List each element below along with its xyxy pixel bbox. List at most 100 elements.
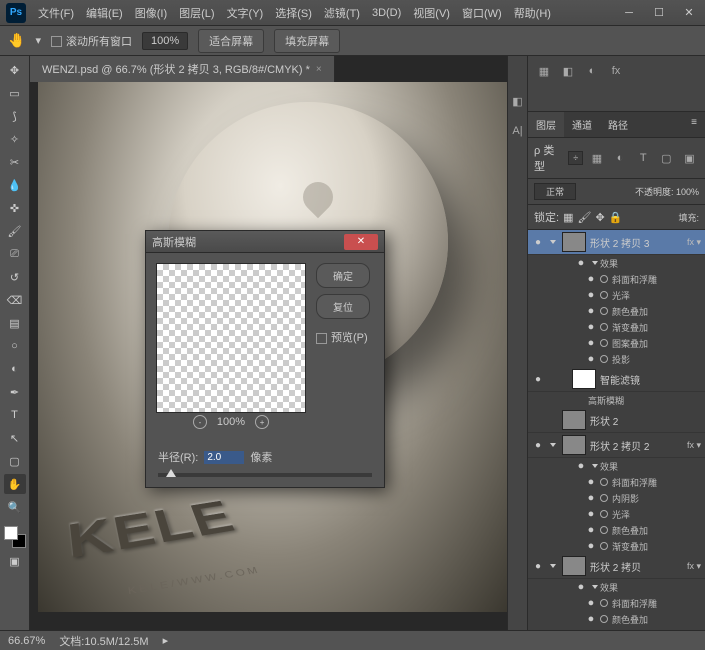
menu-view[interactable]: 视图(V) — [407, 5, 456, 21]
maximize-button[interactable]: ☐ — [645, 4, 673, 22]
tool-preset-dropdown[interactable]: ▾ — [35, 34, 41, 47]
menu-type[interactable]: 文字(Y) — [221, 5, 270, 21]
radius-input[interactable] — [204, 451, 244, 464]
fx-item[interactable]: ●渐变叠加 — [528, 538, 705, 554]
eraser-tool[interactable]: ⌫ — [4, 290, 26, 310]
blur-tool[interactable]: ○ — [4, 336, 26, 356]
status-zoom[interactable]: 66.67% — [8, 635, 45, 647]
layer-thumbnail[interactable] — [562, 410, 586, 430]
menu-help[interactable]: 帮助(H) — [508, 5, 557, 21]
menu-file[interactable]: 文件(F) — [32, 5, 80, 21]
tab-layers[interactable]: 图层 — [528, 112, 564, 137]
layer-row[interactable]: ● 形状 2 拷贝fx ▾ — [528, 554, 705, 579]
filter-item[interactable]: 高斯模糊 — [528, 392, 705, 408]
menu-window[interactable]: 窗口(W) — [456, 5, 508, 21]
close-button[interactable]: ✕ — [675, 4, 703, 22]
layer-filter-dropdown[interactable]: ÷ — [568, 151, 583, 165]
visibility-toggle[interactable]: ● — [528, 561, 548, 572]
shape-tool[interactable]: ▢ — [4, 451, 26, 471]
layer-thumbnail[interactable] — [562, 232, 586, 252]
filter-pixel-icon[interactable]: ▦ — [587, 149, 606, 167]
swatches-panel-icon[interactable]: ◧ — [558, 62, 578, 80]
eyedropper-tool[interactable]: 💧 — [4, 175, 26, 195]
fx-group[interactable]: ●效果 — [528, 458, 705, 474]
minimize-button[interactable]: ─ — [615, 4, 643, 22]
history-brush-tool[interactable]: ↺ — [4, 267, 26, 287]
menu-image[interactable]: 图像(I) — [129, 5, 173, 21]
layer-name[interactable]: 智能滤镜 — [600, 372, 705, 387]
layer-row[interactable]: 形状 2 — [528, 408, 705, 433]
fx-item[interactable]: ●光泽 — [528, 506, 705, 522]
dialog-preview[interactable] — [156, 263, 306, 413]
close-tab-icon[interactable]: × — [316, 64, 322, 75]
fx-item[interactable]: ●斜面和浮雕 — [528, 595, 705, 611]
brush-tool[interactable]: 🖌 — [4, 221, 26, 241]
filter-smart-icon[interactable]: ▣ — [680, 149, 699, 167]
adjustments-panel-icon[interactable]: ◐ — [582, 62, 602, 80]
wand-tool[interactable]: ✧ — [4, 129, 26, 149]
status-arrow-icon[interactable]: ▸ — [163, 634, 169, 647]
gradient-tool[interactable]: ▤ — [4, 313, 26, 333]
tab-channels[interactable]: 通道 — [564, 112, 600, 137]
layer-row[interactable]: ●形状 2 拷贝 3fx ▾ — [528, 230, 705, 255]
lock-position-icon[interactable]: ✥ — [595, 211, 604, 224]
hand-tool[interactable]: ✋ — [4, 474, 26, 494]
fx-item[interactable]: ●渐变叠加 — [528, 627, 705, 630]
dialog-close-button[interactable]: ✕ — [344, 234, 378, 250]
filter-shape-icon[interactable]: ▢ — [657, 149, 676, 167]
fx-item[interactable]: ●光泽 — [528, 287, 705, 303]
tab-paths[interactable]: 路径 — [600, 112, 636, 137]
menu-edit[interactable]: 编辑(E) — [80, 5, 129, 21]
fx-group[interactable]: ●效果 — [528, 579, 705, 595]
radius-slider[interactable] — [158, 473, 372, 477]
lock-pixels-icon[interactable]: 🖌 — [577, 211, 591, 224]
fx-badge[interactable]: fx ▾ — [687, 440, 701, 451]
panel-menu-icon[interactable]: ≡ — [683, 112, 705, 137]
lasso-tool[interactable]: ⟆ — [4, 106, 26, 126]
fill-label[interactable]: 填充: — [678, 211, 699, 224]
layer-name[interactable]: 形状 2 拷贝 — [590, 559, 687, 574]
fx-item[interactable]: ●斜面和浮雕 — [528, 271, 705, 287]
fx-item[interactable]: ●投影 — [528, 351, 705, 367]
lock-transparency-icon[interactable]: ▦ — [563, 211, 573, 224]
fx-badge[interactable]: fx ▾ — [687, 561, 701, 572]
path-tool[interactable]: ↖ — [4, 428, 26, 448]
fx-item[interactable]: ●颜色叠加 — [528, 611, 705, 627]
fit-screen-button[interactable]: 适合屏幕 — [198, 29, 264, 53]
zoom-field[interactable]: 100% — [142, 32, 188, 50]
move-tool[interactable]: ✥ — [4, 60, 26, 80]
layer-name[interactable]: 形状 2 拷贝 2 — [590, 438, 687, 453]
menu-layer[interactable]: 图层(L) — [173, 5, 220, 21]
menu-select[interactable]: 选择(S) — [269, 5, 318, 21]
status-doc-size[interactable]: 文档:10.5M/12.5M — [59, 633, 148, 649]
menu-3d[interactable]: 3D(D) — [366, 7, 407, 19]
layer-thumbnail[interactable] — [572, 369, 596, 389]
zoom-in-icon[interactable]: + — [255, 415, 269, 429]
dialog-titlebar[interactable]: 高斯模糊 ✕ — [146, 231, 384, 253]
filter-adjust-icon[interactable]: ◐ — [611, 149, 630, 167]
fx-item[interactable]: ●内阴影 — [528, 490, 705, 506]
layer-thumbnail[interactable] — [562, 556, 586, 576]
layer-row[interactable]: ● 形状 2 拷贝 2fx ▾ — [528, 433, 705, 458]
char-panel-icon[interactable]: A| — [508, 116, 527, 146]
brush-heal-tool[interactable]: ✜ — [4, 198, 26, 218]
slider-thumb[interactable] — [166, 469, 176, 477]
reset-button[interactable]: 复位 — [316, 294, 370, 319]
type-tool[interactable]: T — [4, 405, 26, 425]
history-panel-icon[interactable]: ◧ — [508, 86, 527, 116]
lock-all-icon[interactable]: 🔒 — [609, 211, 623, 224]
filter-type-icon[interactable]: T — [634, 149, 653, 167]
fill-screen-button[interactable]: 填充屏幕 — [274, 29, 340, 53]
preview-checkbox[interactable]: 预览(P) — [316, 329, 370, 345]
ok-button[interactable]: 确定 — [316, 263, 370, 288]
zoom-tool[interactable]: 🔍 — [4, 497, 26, 517]
fx-item[interactable]: ●颜色叠加 — [528, 303, 705, 319]
fx-item[interactable]: ●图案叠加 — [528, 335, 705, 351]
visibility-toggle[interactable]: ● — [528, 374, 548, 385]
scroll-all-checkbox[interactable]: 滚动所有窗口 — [51, 33, 132, 49]
stamp-tool[interactable]: ⎚ — [4, 244, 26, 264]
pen-tool[interactable]: ✒ — [4, 382, 26, 402]
visibility-toggle[interactable]: ● — [528, 440, 548, 451]
color-swatches[interactable] — [4, 526, 26, 548]
styles-panel-icon[interactable]: fx — [606, 62, 626, 80]
